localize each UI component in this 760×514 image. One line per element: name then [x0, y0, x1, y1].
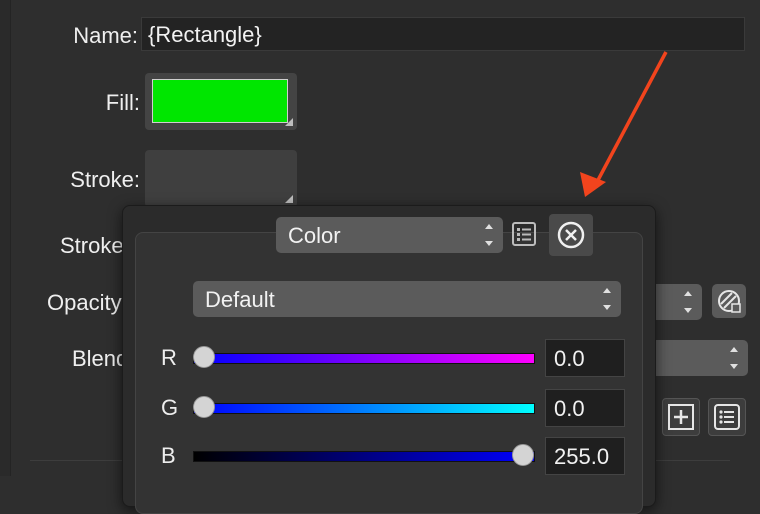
blue-slider-knob[interactable]: [512, 444, 534, 466]
slider-row-b: B 255.0: [123, 437, 655, 477]
corner-resize-icon: [285, 118, 293, 126]
stroke-color-well[interactable]: [145, 150, 297, 207]
add-button[interactable]: [662, 398, 700, 436]
select-arrows-icon: [485, 224, 493, 246]
red-slider-track[interactable]: [193, 353, 535, 364]
palette-value: Default: [205, 287, 275, 312]
blue-slider-track[interactable]: [193, 451, 535, 462]
palette-select[interactable]: Default: [193, 281, 621, 317]
list-icon[interactable]: [511, 221, 537, 247]
select-arrows-icon: [603, 288, 611, 310]
green-value-field[interactable]: 0.0: [545, 389, 625, 427]
close-circle-icon: [557, 221, 585, 249]
name-field[interactable]: {Rectangle}: [141, 17, 745, 51]
color-picker-popover: Color Default R 0.0 G 0.0 B 255.0: [122, 205, 656, 514]
blend-label: Blend: [72, 346, 129, 371]
close-popover-button[interactable]: [549, 214, 593, 256]
opacity-label: Opacity: [47, 290, 122, 315]
name-label: Name:: [73, 23, 138, 48]
fill-label: Fill:: [105, 90, 140, 115]
left-panel-edge: [0, 0, 11, 476]
select-arrows-icon: [730, 347, 738, 369]
opacity-pattern-button[interactable]: [712, 284, 746, 318]
add-icon: [668, 404, 694, 430]
stepper-arrows-icon: [684, 291, 692, 313]
fill-color-well[interactable]: [145, 73, 297, 130]
slider-label-b: B: [161, 443, 176, 468]
green-slider-knob[interactable]: [193, 396, 215, 418]
stroke-width-label: Stroke: [60, 233, 124, 258]
slider-row-r: R 0.0: [123, 339, 655, 379]
corner-resize-icon: [285, 195, 293, 203]
blue-value-field[interactable]: 255.0: [545, 437, 625, 475]
red-slider-knob[interactable]: [193, 346, 215, 368]
green-slider-track[interactable]: [193, 403, 535, 414]
slider-label-g: G: [161, 395, 179, 420]
fill-swatch: [152, 79, 288, 123]
stroke-label: Stroke:: [70, 167, 140, 192]
list-icon: [714, 404, 740, 430]
slider-row-g: G 0.0: [123, 389, 655, 429]
list-button[interactable]: [708, 398, 746, 436]
slider-label-r: R: [161, 345, 177, 370]
color-mode-value: Color: [288, 223, 341, 248]
opacity-pattern-icon: [718, 290, 741, 313]
red-value-field[interactable]: 0.0: [545, 339, 625, 377]
color-mode-select[interactable]: Color: [276, 217, 503, 253]
